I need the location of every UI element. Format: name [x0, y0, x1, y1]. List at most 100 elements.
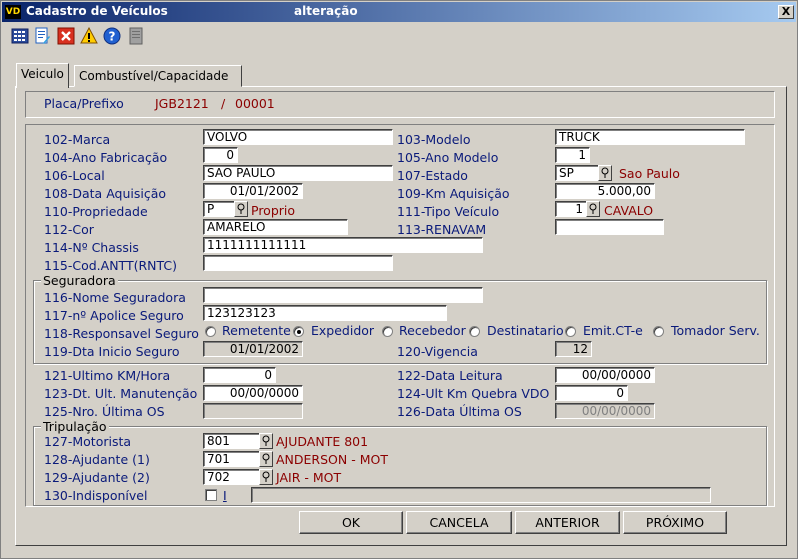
antt-label: 115-Cod.ANTT(RNTC) — [44, 258, 178, 273]
ajudante2-label: 129-Ajudante (2) — [44, 470, 150, 485]
vehicle-registration-window: VD Cadastro de Veículos alteração X ? Ve… — [0, 0, 798, 559]
renavam-input[interactable] — [555, 219, 664, 235]
vigencia-label: 120-Vigencia — [397, 344, 478, 359]
tipo-veiculo-lookup-icon[interactable] — [586, 201, 600, 217]
motorista-input[interactable]: 801 — [203, 433, 260, 449]
radio-recebedor[interactable] — [382, 326, 393, 337]
ultimo-km-input[interactable]: 0 — [203, 367, 276, 383]
marca-input[interactable]: VOLVO — [203, 129, 393, 145]
anterior-button[interactable]: ANTERIOR — [515, 511, 620, 534]
ok-button[interactable]: OK — [299, 511, 403, 534]
propriedade-input[interactable]: P — [203, 201, 235, 217]
estado-desc: Sao Paulo — [619, 166, 680, 181]
radio-tomador[interactable] — [653, 326, 664, 337]
indisponivel-input — [251, 487, 711, 503]
estado-input[interactable]: SP — [555, 165, 599, 181]
tripulacao-title: Tripulação — [41, 419, 109, 434]
modelo-input[interactable]: TRUCK — [555, 129, 745, 145]
placa-separator: / — [221, 96, 226, 111]
ano-fab-label: 104-Ano Fabricação — [44, 150, 168, 165]
help-icon[interactable]: ? — [103, 27, 121, 45]
radio-tomador-label[interactable]: Tomador Serv. — [671, 323, 760, 338]
km-aquisicao-label: 109-Km Aquisição — [397, 186, 510, 201]
cor-label: 112-Cor — [44, 222, 94, 237]
km-quebra-input[interactable]: 0 — [555, 385, 628, 401]
nome-seguradora-input[interactable] — [203, 287, 483, 303]
radio-expedidor[interactable] — [293, 326, 304, 337]
ajudante1-desc: ANDERSON - MOT — [276, 452, 388, 467]
cancela-button[interactable]: CANCELA — [406, 511, 512, 534]
data-aquisicao-input[interactable]: 01/01/2002 — [203, 183, 303, 199]
title-bar[interactable]: VD Cadastro de Veículos alteração X — [2, 2, 796, 22]
ajudante1-label: 128-Ajudante (1) — [44, 452, 150, 467]
tipo-veiculo-desc: CAVALO — [604, 203, 654, 218]
window-mode: alteração — [294, 4, 358, 18]
ano-mod-input[interactable]: 1 — [555, 147, 590, 163]
placa-label: Placa/Prefixo — [44, 96, 124, 111]
nome-seguradora-label: 116-Nome Seguradora — [44, 290, 186, 305]
header-box — [25, 91, 775, 118]
ajudante2-lookup-icon[interactable] — [259, 469, 273, 485]
dt-manutencao-input[interactable]: 00/00/0000 — [203, 385, 303, 401]
close-button[interactable]: X — [778, 5, 794, 19]
prefixo-value: 00001 — [235, 96, 275, 111]
ajudante2-desc: JAIR - MOT — [276, 470, 342, 485]
radio-emit-cte[interactable] — [565, 326, 576, 337]
estado-label: 107-Estado — [397, 168, 468, 183]
motorista-label: 127-Motorista — [44, 434, 132, 449]
local-label: 106-Local — [44, 168, 105, 183]
svg-text:?: ? — [109, 30, 116, 44]
responsavel-label: 118-Responsavel Seguro — [44, 326, 199, 341]
radio-emit-cte-label[interactable]: Emit.CT-e — [583, 323, 643, 338]
marca-label: 102-Marca — [44, 132, 111, 147]
tab-veiculo[interactable]: Veiculo — [16, 63, 69, 88]
indisponivel-checkbox[interactable] — [205, 489, 217, 501]
tipo-veiculo-input[interactable]: 1 — [555, 201, 587, 217]
vigencia-input[interactable]: 12 — [555, 341, 592, 357]
antt-input[interactable] — [203, 255, 393, 271]
data-aquisicao-label: 108-Data Aquisição — [44, 186, 167, 201]
ano-mod-label: 105-Ano Modelo — [397, 150, 499, 165]
edit-document-icon[interactable] — [33, 27, 51, 45]
data-os-input: 00/00/0000 — [555, 403, 655, 419]
radio-remetente-label[interactable]: Remetente — [222, 323, 291, 338]
radio-recebedor-label[interactable]: Recebedor — [399, 323, 466, 338]
cor-input[interactable]: AMARELO — [203, 219, 348, 235]
tab-combustivel-capacidade[interactable]: Combustível/Capacidade — [74, 65, 242, 87]
ajudante1-lookup-icon[interactable] — [259, 451, 273, 467]
seguradora-title: Seguradora — [41, 273, 118, 288]
radio-expedidor-label[interactable]: Expedidor — [311, 323, 374, 338]
dta-inicio-label: 119-Dta Inicio Seguro — [44, 344, 180, 359]
dt-manutencao-label: 123-Dt. Ult. Manutenção — [44, 386, 198, 401]
motorista-lookup-icon[interactable] — [259, 433, 273, 449]
ultimo-km-label: 121-Ultimo KM/Hora — [44, 368, 171, 383]
notes-icon[interactable] — [127, 27, 145, 45]
warning-icon[interactable] — [80, 26, 98, 45]
km-quebra-label: 124-Ult Km Quebra VDO — [397, 386, 550, 401]
delete-icon[interactable] — [57, 27, 75, 45]
motorista-desc: AJUDANTE 801 — [276, 434, 369, 449]
estado-lookup-icon[interactable] — [598, 165, 612, 181]
ano-fab-input[interactable]: 0 — [203, 147, 238, 163]
indisponivel-check-label[interactable]: I — [223, 488, 227, 503]
local-input[interactable]: SAO PAULO — [203, 165, 393, 181]
propriedade-lookup-icon[interactable] — [234, 201, 248, 217]
ajudante1-input[interactable]: 701 — [203, 451, 260, 467]
data-leitura-input[interactable]: 00/00/0000 — [555, 367, 655, 383]
apolice-input[interactable]: 123123123 — [203, 305, 447, 321]
radio-destinatario[interactable] — [469, 326, 480, 337]
chassis-input[interactable]: 1111111111111 — [203, 237, 483, 253]
radio-remetente[interactable] — [205, 326, 216, 337]
km-aquisicao-input[interactable]: 5.000,00 — [555, 183, 655, 199]
apolice-label: 117-nº Apolice Seguro — [44, 308, 184, 323]
window-title: Cadastro de Veículos — [26, 4, 168, 18]
proximo-button[interactable]: PRÓXIMO — [623, 511, 727, 534]
radio-destinatario-label[interactable]: Destinatario — [487, 323, 564, 338]
indisponivel-label: 130-Indisponível — [44, 488, 148, 503]
modelo-label: 103-Modelo — [397, 132, 471, 147]
chassis-label: 114-Nº Chassis — [44, 240, 139, 255]
nro-os-label: 125-Nro. Última OS — [44, 404, 165, 419]
ajudante2-input[interactable]: 702 — [203, 469, 260, 485]
dta-inicio-input[interactable]: 01/01/2002 — [203, 341, 303, 357]
calculator-icon[interactable] — [11, 27, 29, 45]
